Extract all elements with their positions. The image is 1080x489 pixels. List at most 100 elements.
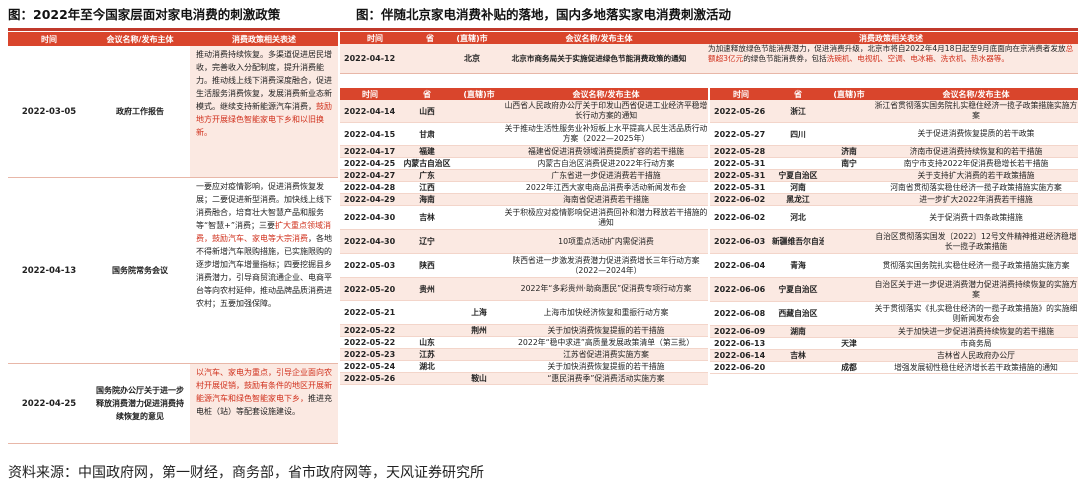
- row-org: 贯彻落实国务院扎实稳住经济一揽子政策措施实施方案: [882, 260, 1070, 270]
- row-org: 2022年江西大家电商品消费季活动新闻发布会: [525, 182, 687, 192]
- row-org: 国务院常务会议: [112, 266, 168, 275]
- table-row: 2022-05-23 江苏 江苏省促进消费实施方案: [340, 349, 708, 361]
- row-org: 市商务局: [960, 338, 992, 348]
- row-date: 2022-05-21: [344, 308, 396, 317]
- row-date: 2022-04-25: [344, 159, 396, 168]
- header-province: 省: [423, 89, 431, 99]
- row-date: 2022-05-31: [714, 183, 766, 192]
- header-city: (直辖)市: [463, 89, 495, 99]
- sub-header: 时间 省 (直辖)市 会议名称/发布主体: [710, 88, 1078, 100]
- table-row: 2022-05-20 贵州 2022年“多彩贵州·助商惠民”促消费专项行动方案: [340, 278, 708, 301]
- row-city: 天津: [841, 339, 857, 348]
- row-date: 2022-05-24: [344, 362, 396, 371]
- header-policy: 消费政策相关表述: [232, 34, 296, 44]
- figure-1-title-rule: [8, 28, 338, 31]
- table-row: 2022-03-05 政府工作报告 推动消费持续恢复。多渠道促进居民增收，完善收…: [8, 46, 338, 178]
- table-row: 2022-06-13 天津 市商务局: [710, 338, 1078, 350]
- row-date: 2022-04-14: [344, 106, 396, 116]
- row-province: 青海: [790, 261, 806, 270]
- header-org: 会议名称/发布主体: [565, 33, 633, 43]
- row-date: 2022-04-29: [344, 195, 396, 204]
- row-province: 黑龙江: [786, 195, 810, 204]
- table-row: 2022-06-08 西藏自治区 关于贯彻落实《扎实稳住经济的一揽子政策措施》的实施…: [710, 302, 1078, 326]
- row-province: 宁夏自治区: [778, 285, 818, 294]
- row-province: 河南: [790, 183, 806, 192]
- row-province: 广东: [419, 171, 435, 180]
- table-row: 2022-05-27 四川 关于促进消费恢复提质的若干政策: [710, 123, 1078, 146]
- row-province: 甘肃: [419, 129, 435, 139]
- row-org: 河南省贯彻落实稳住经济一揽子政策措施实施方案: [890, 182, 1062, 192]
- table-row: 2022-06-03 新疆维吾尔自治区 自治区贯彻落实国发〔2022〕12号文件精神…: [710, 230, 1078, 254]
- row-org: 北京市商务局关于实施促进绿色节能消费政策的通知: [511, 54, 687, 63]
- row-org: 10项重点活动扩内需促消费: [558, 236, 654, 246]
- table-row: 2022-05-26 浙江 浙江省贯彻落实国务院扎实稳住经济一揽子政策措施实施方案: [710, 100, 1078, 123]
- row-org: 内蒙古自治区消费促进2022年行动方案: [537, 158, 675, 168]
- row-date: 2022-03-05: [21, 106, 77, 117]
- row-org: 关于贯彻落实《扎实稳住经济的一揽子政策措施》的实施细则新闻发布会: [874, 303, 1078, 323]
- row-province: [410, 44, 450, 73]
- table-row: 2022-05-21 上海 上海市加快经济恢复和重振行动方案: [340, 301, 708, 325]
- row-org: 国务院办公厅关于进一步释放消费潜力促进消费持续恢复的意见: [96, 386, 184, 421]
- header-date: 时间: [733, 89, 749, 99]
- figure-2-title: 图：伴随北京家电消费补贴的落地，国内多地落实家电消费刺激活动: [356, 7, 732, 22]
- row-org: 关于推动生活性服务业补短板上水平提高人民生活品质行动方案（2022—2025年）: [504, 124, 708, 143]
- row-date: 2022-04-12: [344, 54, 396, 63]
- row-city: 荆州: [471, 326, 487, 335]
- row-org: 关于积极应对疫情影响促进消费回补和潜力释放若干措施的通知: [504, 207, 708, 227]
- row-province: 西藏自治区: [778, 309, 818, 318]
- table-row: 2022-04-17 福建 福建省促进消费领域消费提质扩容的若干措施: [340, 146, 708, 158]
- header-org: 会议名称/发布主体: [572, 89, 640, 99]
- row-date: 2022-06-20: [714, 363, 766, 372]
- policy-text-tail: ，各地不得新增汽车限购措施，已实施限购的逐步增加汽车增量指标；四要挖掘县乡消费潜…: [196, 234, 332, 308]
- row-province: 内蒙古自治区: [403, 159, 451, 168]
- row-date: 2022-06-09: [714, 327, 766, 336]
- policy-text: 推动消费持续恢复。多渠道促进居民增收，完善收入分配制度，提升消费能力。推动线上线…: [196, 50, 332, 111]
- row-date: 2022-04-28: [344, 183, 396, 192]
- row-date: 2022-06-08: [714, 309, 766, 318]
- policy-highlight-2: 洗碗机、电视机、空调、电冰箱、洗衣机、热水器等。: [826, 54, 1009, 63]
- row-date: 2022-05-31: [714, 171, 766, 180]
- row-org: 济南市促进消费持续恢复和的若干措施: [909, 146, 1043, 156]
- row-city: 北京: [464, 54, 480, 63]
- row-org: 关于加快进一步促进消费持续恢复的若干措施: [898, 326, 1054, 336]
- table-row: 2022-04-29 海南 海南省促进消费若干措施: [340, 194, 708, 206]
- row-org: 上海市加快经济恢复和重振行动方案: [543, 307, 669, 317]
- local-policy-table: 时间 省 (直辖)市 会议名称/发布主体 消费政策相关表述 2022-04-12…: [340, 32, 1078, 385]
- header-city: (直辖)市: [833, 89, 865, 99]
- header-province: 省: [426, 33, 434, 43]
- row-province: 陕西: [419, 261, 435, 270]
- row-province: 河北: [790, 213, 806, 222]
- row-date: 2022-04-30: [344, 213, 396, 222]
- row-city: 鞍山: [471, 374, 487, 383]
- row-date: 2022-04-30: [344, 237, 396, 246]
- row-date: 2022-06-04: [714, 261, 766, 270]
- row-date: 2022-05-31: [714, 159, 766, 168]
- row-org: 南宁市支持2022年促消费稳增长若干措施: [903, 158, 1049, 168]
- row-date: 2022-05-28: [714, 147, 766, 156]
- row-date: 2022-04-27: [344, 171, 396, 180]
- row-date: 2022-05-22: [344, 338, 396, 347]
- row-date: 2022-05-27: [714, 129, 766, 139]
- header-city: (直辖)市: [456, 33, 488, 43]
- row-org: 进一步扩大2022年消费若干措施: [919, 194, 1033, 204]
- row-org: 2022年“多彩贵州·助商惠民”促消费专项行动方案: [520, 284, 692, 293]
- row-org: 江苏省促进消费实施方案: [563, 349, 649, 359]
- row-policy-text: 为加速释放绿色节能消费潜力，促进消费升级，北京市将自2022年4月18日起至9月…: [704, 44, 1078, 73]
- row-date: 2022-04-13: [21, 265, 77, 276]
- table-row: 2022-04-25 国务院办公厅关于进一步释放消费潜力促进消费持续恢复的意见 …: [8, 364, 338, 444]
- table-row: 2022-04-14 山西 山西省人民政府办公厅关于印发山西省促进工业经济平稳增长行…: [340, 100, 708, 123]
- table-row: 2022-04-13 国务院常务会议 一要应对疫情影响，促进消费恢复发展；二要促…: [8, 178, 338, 364]
- row-date: 2022-06-02: [714, 195, 766, 204]
- row-province: 山东: [419, 338, 435, 347]
- header-province: 省: [794, 89, 802, 99]
- row-city: 上海: [471, 308, 487, 317]
- table-row: 2022-04-27 广东 广东省进一步促进消费若干措施: [340, 170, 708, 182]
- table-row: 2022-06-06 宁夏自治区 自治区关于进一步促进消费潜力促进消费持续恢复的实施…: [710, 278, 1078, 302]
- row-province: 贵州: [419, 284, 435, 294]
- row-org: 关于加快消费恢复提振的若干措施: [547, 325, 665, 335]
- row-policy-text: 推动消费持续恢复。多渠道促进居民增收，完善收入分配制度，提升消费能力。推动线上线…: [190, 46, 338, 177]
- table-row: 2022-05-03 陕西 陕西省进一步激发消费潜力促进消费增长三年行动方案（202…: [340, 254, 708, 278]
- region-rows-left: 2022-04-14 山西 山西省人民政府办公厅关于印发山西省促进工业经济平稳增长行…: [340, 100, 708, 385]
- row-province: 江苏: [419, 350, 435, 359]
- row-date: 2022-05-22: [344, 326, 396, 335]
